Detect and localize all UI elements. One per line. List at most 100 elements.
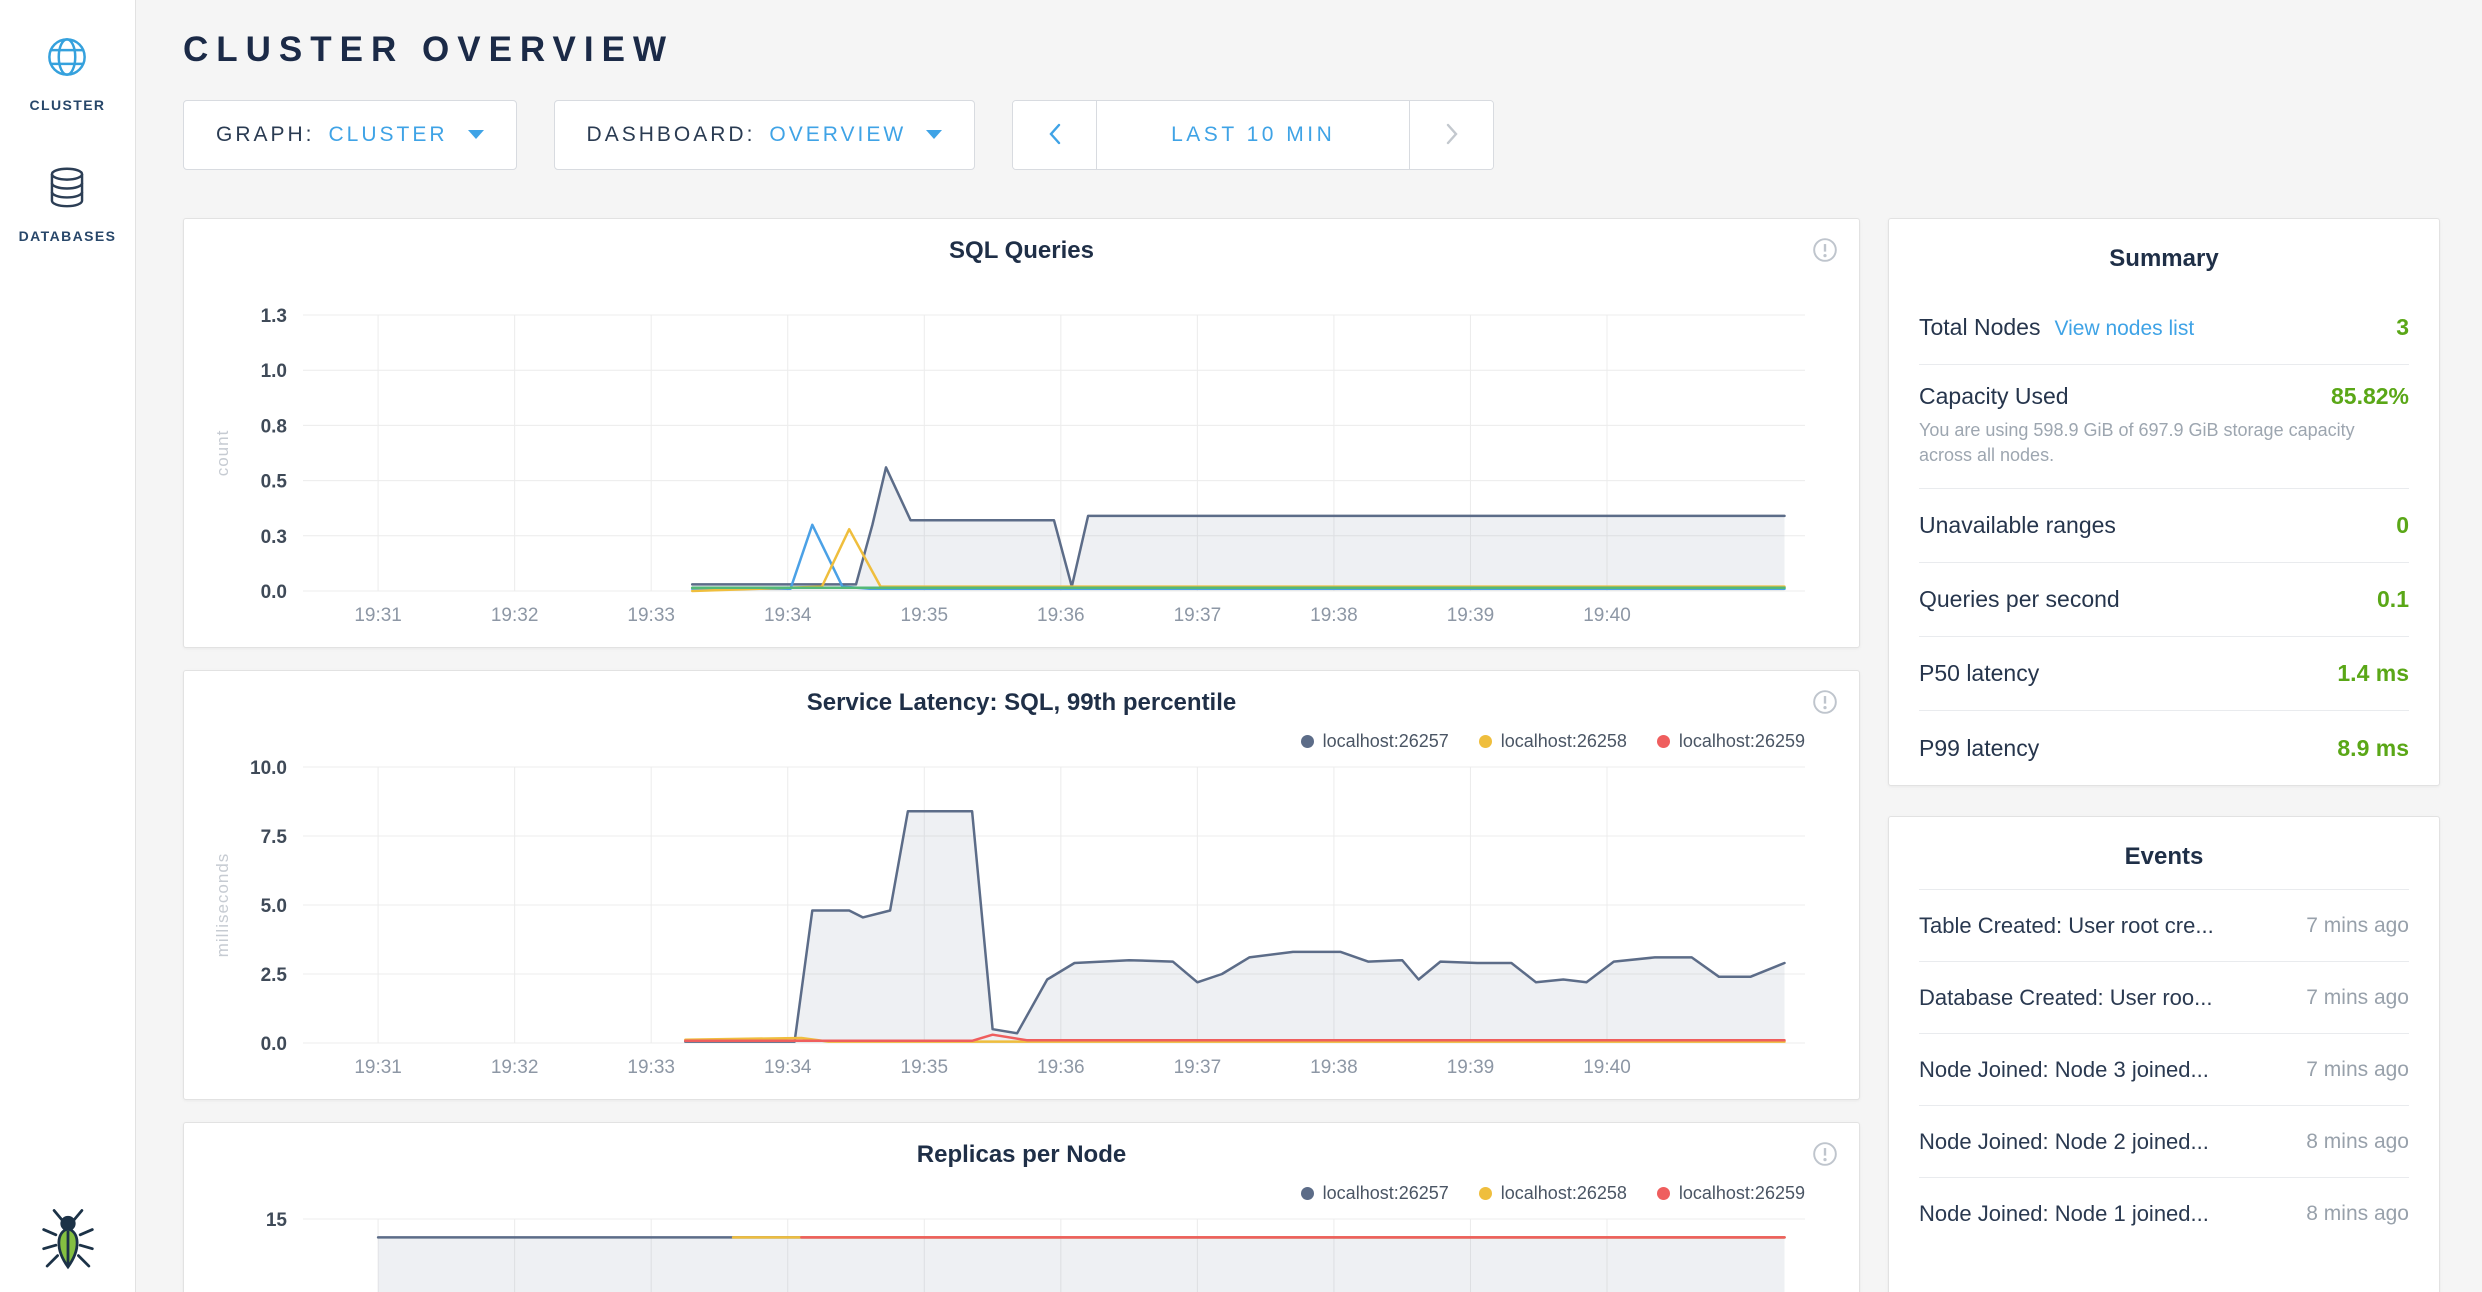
svg-text:19:33: 19:33 bbox=[627, 605, 675, 626]
summary-row-label: Unavailable ranges bbox=[1919, 512, 2116, 539]
svg-text:19:34: 19:34 bbox=[764, 1057, 812, 1078]
svg-text:2.5: 2.5 bbox=[261, 965, 288, 986]
info-icon[interactable] bbox=[1811, 689, 1839, 717]
svg-text:1.3: 1.3 bbox=[261, 306, 287, 327]
graph-dropdown-label: GRAPH: bbox=[216, 123, 315, 147]
chart-card-sql-queries: SQL Queries 19:3119:3219:3319:3419:3519:… bbox=[183, 218, 1860, 648]
chart-title: SQL Queries bbox=[208, 237, 1835, 265]
legend-item[interactable]: localhost:26257 bbox=[1301, 731, 1449, 752]
svg-text:19:38: 19:38 bbox=[1310, 605, 1358, 626]
svg-text:19:32: 19:32 bbox=[491, 1057, 539, 1078]
summary-row-value: 0.1 bbox=[2377, 586, 2409, 613]
time-range-prev-button[interactable] bbox=[1013, 101, 1097, 169]
content-row: SQL Queries 19:3119:3219:3319:3419:3519:… bbox=[183, 218, 2440, 1292]
legend-label: localhost:26259 bbox=[1679, 731, 1805, 752]
event-time: 7 mins ago bbox=[2306, 914, 2409, 938]
legend-item[interactable]: localhost:26259 bbox=[1657, 1183, 1805, 1204]
summary-title: Summary bbox=[1919, 219, 2409, 291]
legend-label: localhost:26257 bbox=[1323, 1183, 1449, 1204]
svg-text:0.0: 0.0 bbox=[261, 1034, 287, 1055]
legend-item[interactable]: localhost:26257 bbox=[1301, 1183, 1449, 1204]
summary-row-capacity: Capacity Used 85.82% You are using 598.9… bbox=[1919, 365, 2409, 489]
legend-label: localhost:26258 bbox=[1501, 731, 1627, 752]
chart-plot-replicas-per-node: 19:3119:3219:3319:3419:3519:3619:3719:38… bbox=[208, 1205, 1835, 1292]
legend-item[interactable]: localhost:26258 bbox=[1479, 1183, 1627, 1204]
main-content: CLUSTER OVERVIEW GRAPH: CLUSTER DASHBOAR… bbox=[136, 0, 2482, 1292]
view-nodes-list-link[interactable]: View nodes list bbox=[2054, 317, 2194, 341]
sidebar-item-label: CLUSTER bbox=[30, 97, 106, 113]
svg-text:19:37: 19:37 bbox=[1174, 605, 1222, 626]
event-text: Database Created: User roo... bbox=[1919, 985, 2212, 1011]
info-icon[interactable] bbox=[1811, 237, 1839, 265]
events-title: Events bbox=[1919, 817, 2409, 889]
event-text: Table Created: User root cre... bbox=[1919, 913, 2214, 939]
summary-row-label: Queries per second bbox=[1919, 586, 2120, 613]
graph-dropdown[interactable]: GRAPH: CLUSTER bbox=[183, 100, 517, 170]
time-range-selector: LAST 10 MIN bbox=[1012, 100, 1494, 170]
sidebar-item-databases[interactable]: DATABASES bbox=[19, 165, 117, 244]
svg-text:0.0: 0.0 bbox=[261, 582, 287, 603]
chart-legend bbox=[208, 277, 1835, 301]
svg-text:milliseconds: milliseconds bbox=[213, 853, 232, 958]
event-row: Table Created: User root cre... 7 mins ag… bbox=[1919, 889, 2409, 961]
svg-text:19:33: 19:33 bbox=[627, 1057, 675, 1078]
chevron-down-icon bbox=[468, 130, 484, 140]
summary-row-total-nodes: Total Nodes View nodes list 3 bbox=[1919, 291, 2409, 365]
summary-row: P50 latency 1.4 ms bbox=[1919, 637, 2409, 711]
chart-title: Replicas per Node bbox=[208, 1141, 1835, 1169]
chart-plot-service-latency: 19:3119:3219:3319:3419:3519:3619:3719:38… bbox=[208, 753, 1835, 1083]
summary-row: P99 latency8.9 ms bbox=[1919, 711, 2409, 785]
summary-row-value: 1.4 ms bbox=[2337, 660, 2409, 687]
chart-plot-sql-queries: 19:3119:3219:3319:3419:3519:3619:3719:38… bbox=[208, 301, 1835, 631]
svg-text:19:34: 19:34 bbox=[764, 605, 812, 626]
svg-text:1.0: 1.0 bbox=[261, 361, 287, 382]
svg-text:0.8: 0.8 bbox=[261, 416, 287, 437]
globe-icon bbox=[44, 34, 90, 85]
event-row: Node Joined: Node 2 joined...8 mins ago bbox=[1919, 1105, 2409, 1177]
svg-text:19:40: 19:40 bbox=[1583, 1057, 1631, 1078]
sidebar: CLUSTER DATABASES bbox=[0, 0, 136, 1292]
svg-text:19:39: 19:39 bbox=[1447, 605, 1495, 626]
svg-text:0.5: 0.5 bbox=[261, 472, 288, 493]
dashboard-dropdown[interactable]: DASHBOARD: OVERVIEW bbox=[554, 100, 976, 170]
event-text: Node Joined: Node 1 joined... bbox=[1919, 1201, 2209, 1227]
svg-text:19:31: 19:31 bbox=[354, 605, 402, 626]
summary-row-value: 8.9 ms bbox=[2337, 735, 2409, 762]
summary-row-label: P50 latency bbox=[1919, 660, 2039, 687]
svg-text:19:35: 19:35 bbox=[901, 1057, 949, 1078]
controls-bar: GRAPH: CLUSTER DASHBOARD: OVERVIEW bbox=[183, 100, 2440, 170]
chart-title: Service Latency: SQL, 99th percentile bbox=[208, 689, 1835, 717]
legend-label: localhost:26258 bbox=[1501, 1183, 1627, 1204]
summary-panel: Summary Total Nodes View nodes list 3 Ca… bbox=[1888, 218, 2440, 786]
summary-row: Queries per second 0.1 bbox=[1919, 563, 2409, 637]
info-icon[interactable] bbox=[1811, 1141, 1839, 1169]
chart-legend: localhost:26257 localhost:26258 localhost:… bbox=[208, 1181, 1835, 1205]
svg-text:5.0: 5.0 bbox=[261, 896, 287, 917]
summary-row: Unavailable ranges 0 bbox=[1919, 489, 2409, 563]
chevron-left-icon bbox=[1047, 120, 1063, 151]
svg-text:19:37: 19:37 bbox=[1174, 1057, 1222, 1078]
svg-text:19:36: 19:36 bbox=[1037, 1057, 1085, 1078]
sidebar-item-cluster[interactable]: CLUSTER bbox=[30, 34, 106, 113]
total-nodes-label: Total Nodes bbox=[1919, 314, 2040, 341]
cockroach-logo-icon bbox=[39, 1207, 97, 1278]
chevron-down-icon bbox=[926, 130, 942, 140]
time-range-next-button[interactable] bbox=[1409, 101, 1493, 169]
sidebar-item-label: DATABASES bbox=[19, 228, 117, 244]
event-row: Database Created: User roo...7 mins ago bbox=[1919, 961, 2409, 1033]
legend-dot-icon bbox=[1301, 735, 1314, 748]
event-row: Node Joined: Node 3 joined...7 mins ago bbox=[1919, 1033, 2409, 1105]
svg-text:15: 15 bbox=[266, 1210, 288, 1231]
svg-text:7.5: 7.5 bbox=[261, 827, 288, 848]
event-time: 8 mins ago bbox=[2306, 1202, 2409, 1226]
time-range-value[interactable]: LAST 10 MIN bbox=[1097, 101, 1409, 169]
legend-item[interactable]: localhost:26258 bbox=[1479, 731, 1627, 752]
svg-text:19:40: 19:40 bbox=[1583, 605, 1631, 626]
legend-dot-icon bbox=[1657, 1187, 1670, 1200]
legend-label: localhost:26259 bbox=[1679, 1183, 1805, 1204]
summary-row-value: 0 bbox=[2396, 512, 2409, 539]
total-nodes-value: 3 bbox=[2396, 314, 2409, 341]
event-text: Node Joined: Node 3 joined... bbox=[1919, 1057, 2209, 1083]
dashboard-dropdown-value: OVERVIEW bbox=[769, 123, 906, 147]
legend-item[interactable]: localhost:26259 bbox=[1657, 731, 1805, 752]
